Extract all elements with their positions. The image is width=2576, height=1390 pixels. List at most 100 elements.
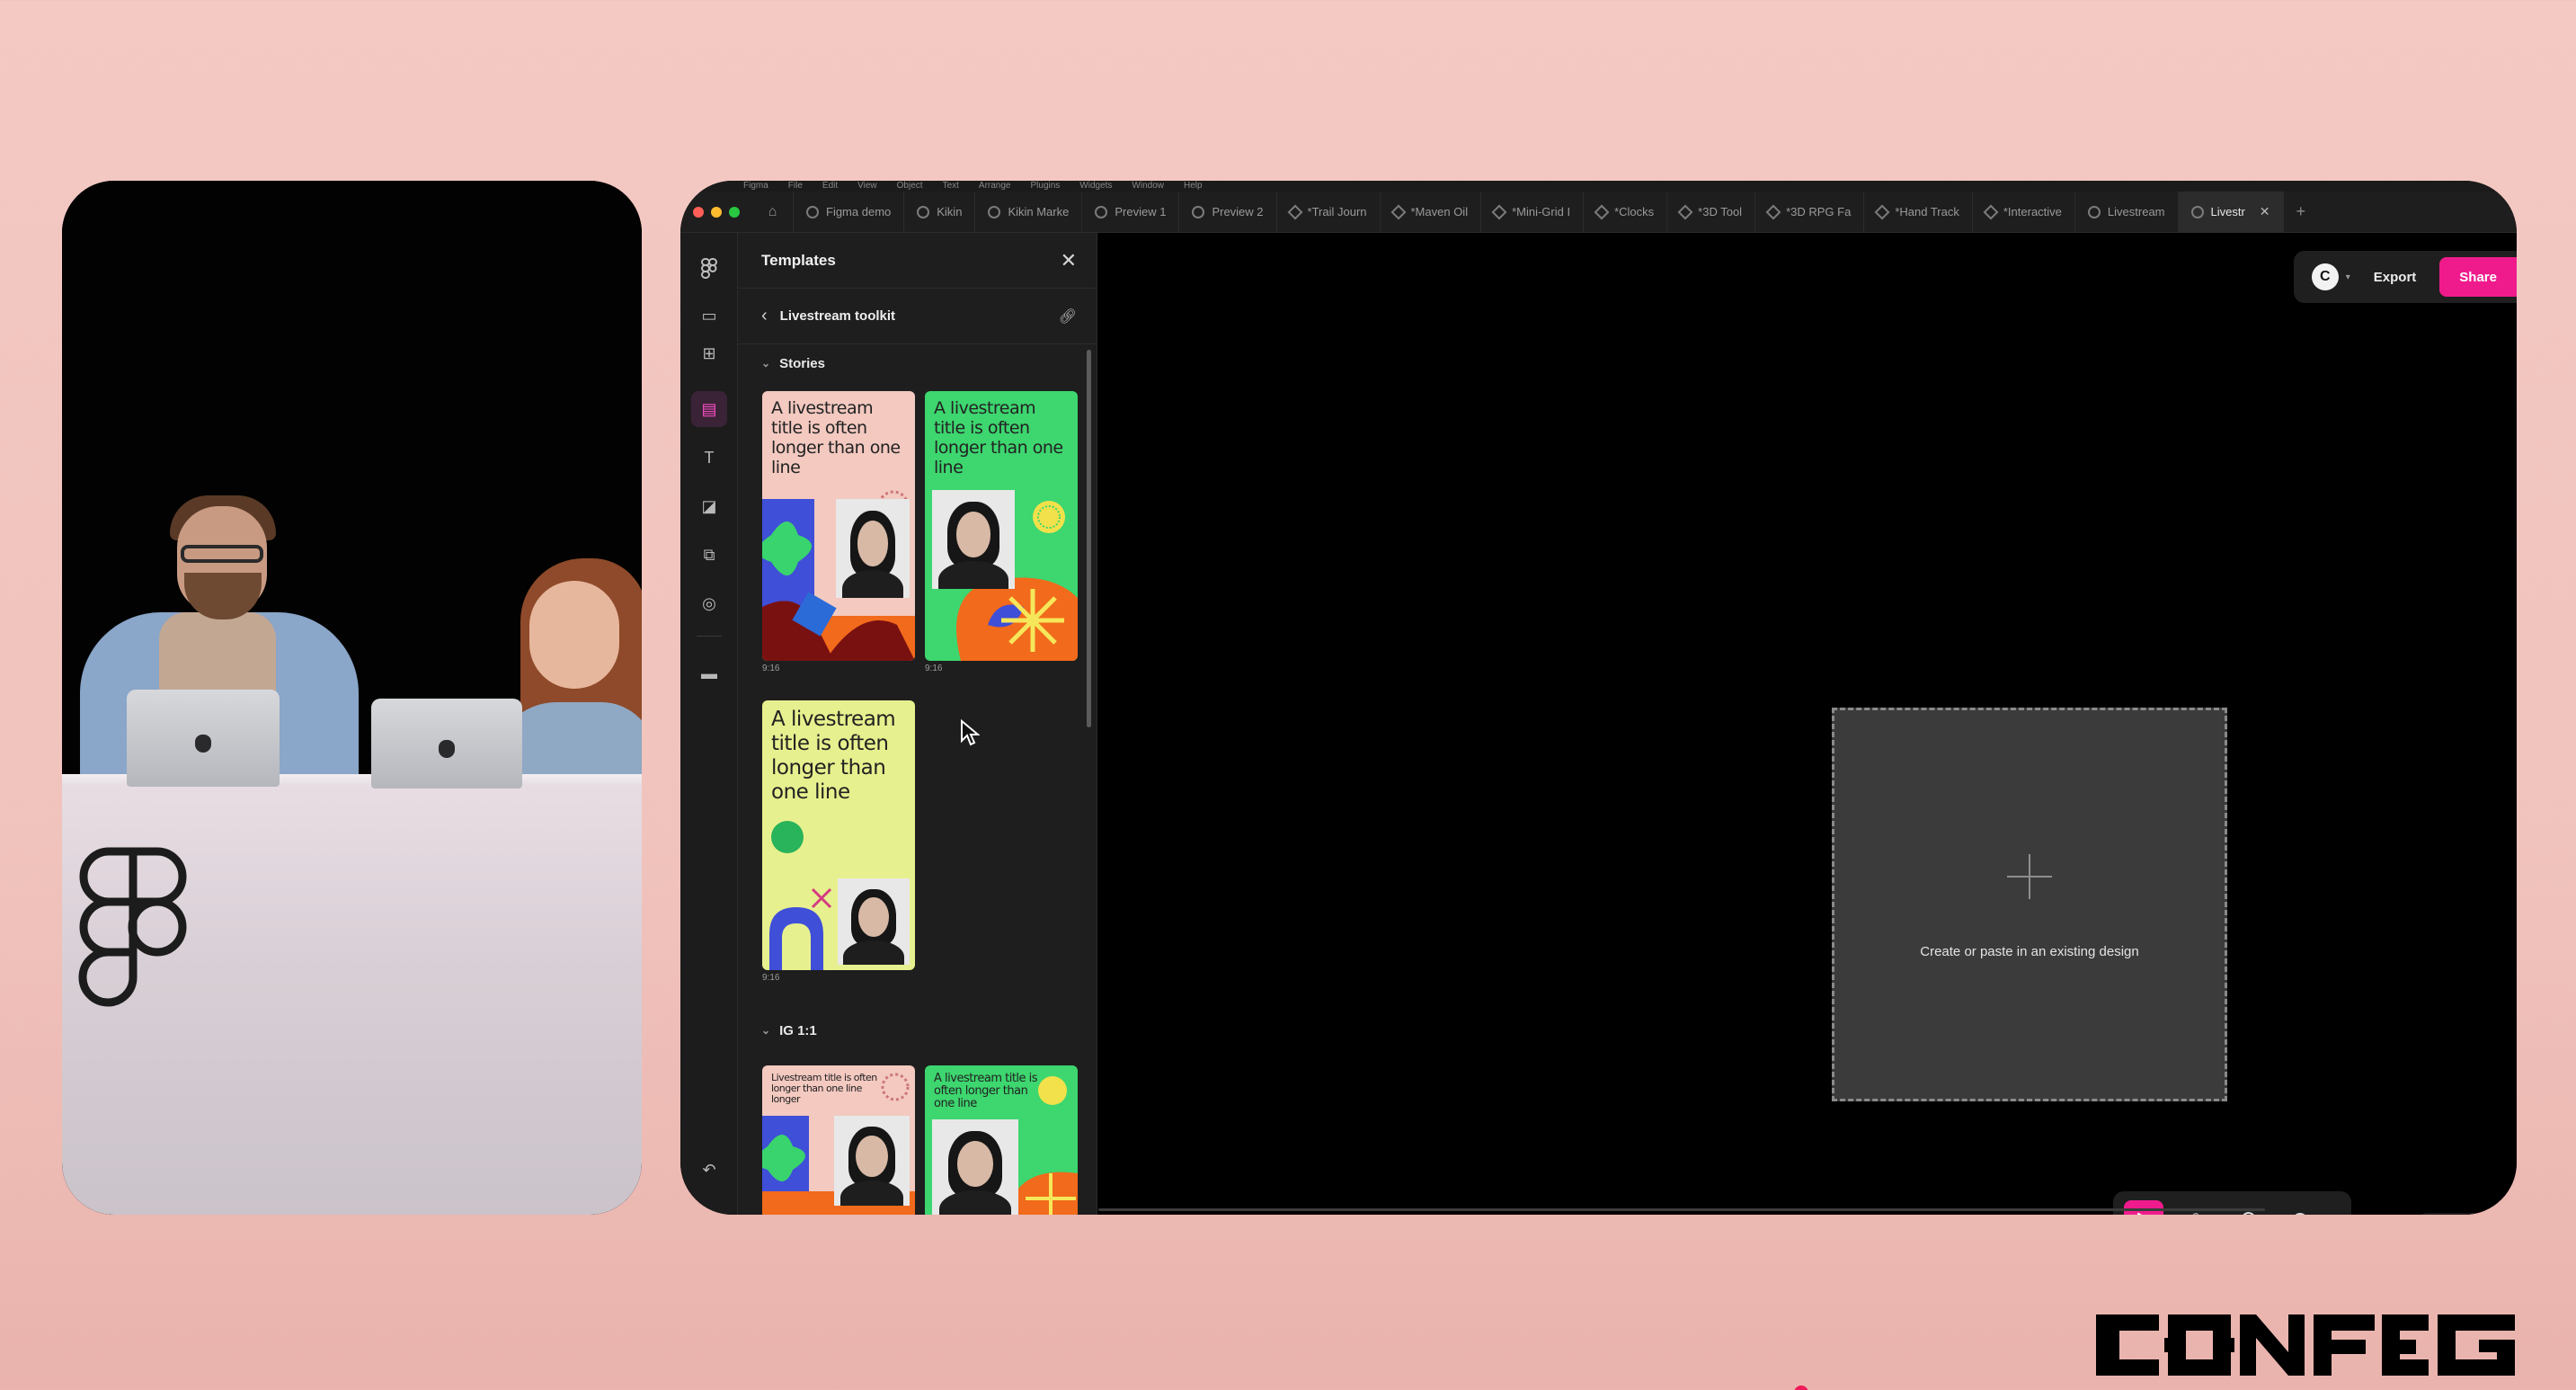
dropzone-label: Create or paste in an existing design [1920, 944, 2139, 959]
file-tab[interactable]: Preview 2 [1179, 191, 1277, 233]
avatar[interactable]: C [2311, 263, 2339, 290]
file-tab[interactable]: *Hand Track [1864, 191, 1973, 233]
presenter-camera-feed [62, 181, 642, 1215]
plugins-icon[interactable]: ◎ [691, 585, 727, 621]
move-tool-icon[interactable] [2124, 1200, 2163, 1215]
template-card-4[interactable]: Livestream title is often longer than on… [762, 1065, 915, 1215]
file-icon [806, 205, 819, 218]
template-card-2[interactable]: A livestream title is often longer than … [925, 391, 1078, 661]
hand-tool-icon[interactable]: ✋︎ [2176, 1200, 2216, 1216]
figma-screen-share: Figma File Edit View Object Text Arrange Plugin… [680, 181, 2517, 1215]
link-icon[interactable]: 🔗︎ [1059, 307, 1077, 325]
component-icon [1983, 204, 1999, 219]
menu-item[interactable]: View [857, 182, 877, 191]
window-controls [693, 206, 740, 218]
canvas-scrollbar[interactable] [1098, 1208, 2265, 1211]
menu-item[interactable]: Figma [743, 182, 768, 191]
tab-label: *Maven Oil [1410, 205, 1469, 218]
menu-item[interactable]: Window [1132, 182, 1164, 191]
panel-scrollbar[interactable] [1087, 350, 1091, 727]
chevron-down-icon: ⌄ [761, 357, 771, 370]
menu-item[interactable]: File [788, 182, 803, 191]
export-button[interactable]: Export [2368, 263, 2422, 292]
section-stories[interactable]: ⌄ Stories [738, 346, 1097, 380]
section-ig[interactable]: ⌄ IG 1:1 [738, 1013, 840, 1047]
minimize-window-button[interactable] [711, 206, 722, 218]
mouse-cursor-icon [961, 719, 980, 746]
file-icon [917, 205, 930, 218]
file-tab[interactable]: Kikin Marke [975, 191, 1083, 233]
portrait-photo [932, 1119, 1018, 1215]
file-tab[interactable]: *Interactive [1973, 191, 2075, 233]
design-canvas[interactable]: C ▾ Export Share Create or paste in an e… [1098, 233, 2517, 1215]
file-tab[interactable]: *Trail Journ [1277, 191, 1381, 233]
text-tool-icon[interactable]: T [691, 440, 727, 476]
card-title: A livestream title is often longer than … [771, 708, 896, 804]
menu-item[interactable]: Plugins [1030, 182, 1060, 191]
file-tab[interactable]: *3D Tool [1667, 191, 1756, 233]
file-tab[interactable]: Figma demo [794, 191, 905, 233]
template-card-3[interactable]: A livestream title is often longer than … [762, 700, 915, 970]
file-tab[interactable]: *3D RPG Fa [1755, 191, 1865, 233]
tab-label: Figma demo [826, 205, 892, 218]
frame-icon[interactable]: ▭ [691, 298, 727, 334]
components-icon[interactable]: ⊞ [691, 335, 727, 371]
close-window-button[interactable] [693, 206, 704, 218]
file-tab[interactable]: Livestream [2075, 191, 2179, 233]
menu-item[interactable]: Edit [822, 182, 838, 191]
figma-menu-icon[interactable] [691, 251, 727, 287]
tab-label: Kikin [937, 205, 963, 218]
menu-item[interactable]: Arrange [979, 182, 1011, 191]
file-tab[interactable]: *Maven Oil [1381, 191, 1482, 233]
tab-label: *Clocks [1614, 205, 1655, 218]
file-icon [2087, 205, 2101, 218]
laptop-right [371, 699, 522, 789]
component-icon [1287, 204, 1303, 219]
bottom-toolbar: ✋︎ [2113, 1191, 2351, 1215]
tab-label: Preview 2 [1212, 205, 1264, 218]
share-button[interactable]: Share [2439, 257, 2517, 297]
component-icon [1491, 204, 1507, 219]
dev-mode-icon[interactable] [2280, 1200, 2320, 1215]
template-card-1[interactable]: A livestream title is often longer than … [762, 391, 915, 661]
plus-icon [2007, 854, 2052, 899]
new-tab-button[interactable]: + [2284, 202, 2319, 221]
menu-item[interactable]: Object [897, 182, 923, 191]
portrait-photo [932, 490, 1015, 589]
file-tab[interactable]: *Clocks [1584, 191, 1668, 233]
shapes-icon[interactable]: ⧉ [691, 537, 727, 573]
file-tab[interactable]: *Mini-Grid I [1481, 191, 1585, 233]
file-tab[interactable]: Kikin [904, 191, 976, 233]
close-icon[interactable]: ✕ [1061, 249, 1077, 272]
back-chevron-icon[interactable]: ‹ [761, 306, 768, 326]
home-icon[interactable]: ⌂ [752, 191, 794, 233]
chevron-down-icon[interactable]: ▾ [2346, 272, 2350, 282]
slides-icon[interactable]: ▬ [691, 655, 727, 691]
component-icon [1390, 204, 1406, 219]
presenter-2-head [529, 581, 619, 689]
aspect-ratio-label: 9:16 [762, 973, 780, 983]
file-tab[interactable]: Preview 1 [1082, 191, 1180, 233]
menu-item[interactable]: Text [943, 182, 959, 191]
undo-icon[interactable]: ↶ [691, 1152, 727, 1188]
menu-item[interactable]: Help [1184, 182, 1203, 191]
card-title: A livestream title is often longer than … [771, 398, 901, 477]
file-tab[interactable]: Livestr ✕ [2178, 191, 2284, 233]
maximize-window-button[interactable] [729, 206, 740, 218]
comment-tool-icon[interactable] [2228, 1200, 2268, 1215]
create-design-dropzone[interactable]: Create or paste in an existing design [1832, 708, 2227, 1101]
component-icon [1677, 204, 1693, 219]
toolkit-row: ‹ Livestream toolkit 🔗︎ [738, 289, 1097, 344]
left-tool-rail: ▭ ⊞ ▤ T ◪ ⧉ ◎ ▬ ↶ ↷ [680, 233, 738, 1215]
apple-logo-icon [439, 740, 455, 758]
tab-label: *3D Tool [1698, 205, 1743, 218]
templates-icon[interactable]: ▤ [691, 391, 727, 427]
template-card-5[interactable]: A livestream title is often longer than … [925, 1065, 1078, 1215]
redo-icon[interactable]: ↷ [691, 1200, 727, 1216]
top-right-toolbar: C ▾ Export Share [2293, 251, 2517, 303]
menu-item[interactable]: Widgets [1079, 182, 1112, 191]
tab-label: Kikin Marke [1008, 205, 1070, 218]
close-tab-icon[interactable]: ✕ [2260, 204, 2270, 219]
portrait-photo [836, 499, 910, 598]
image-icon[interactable]: ◪ [691, 488, 727, 524]
